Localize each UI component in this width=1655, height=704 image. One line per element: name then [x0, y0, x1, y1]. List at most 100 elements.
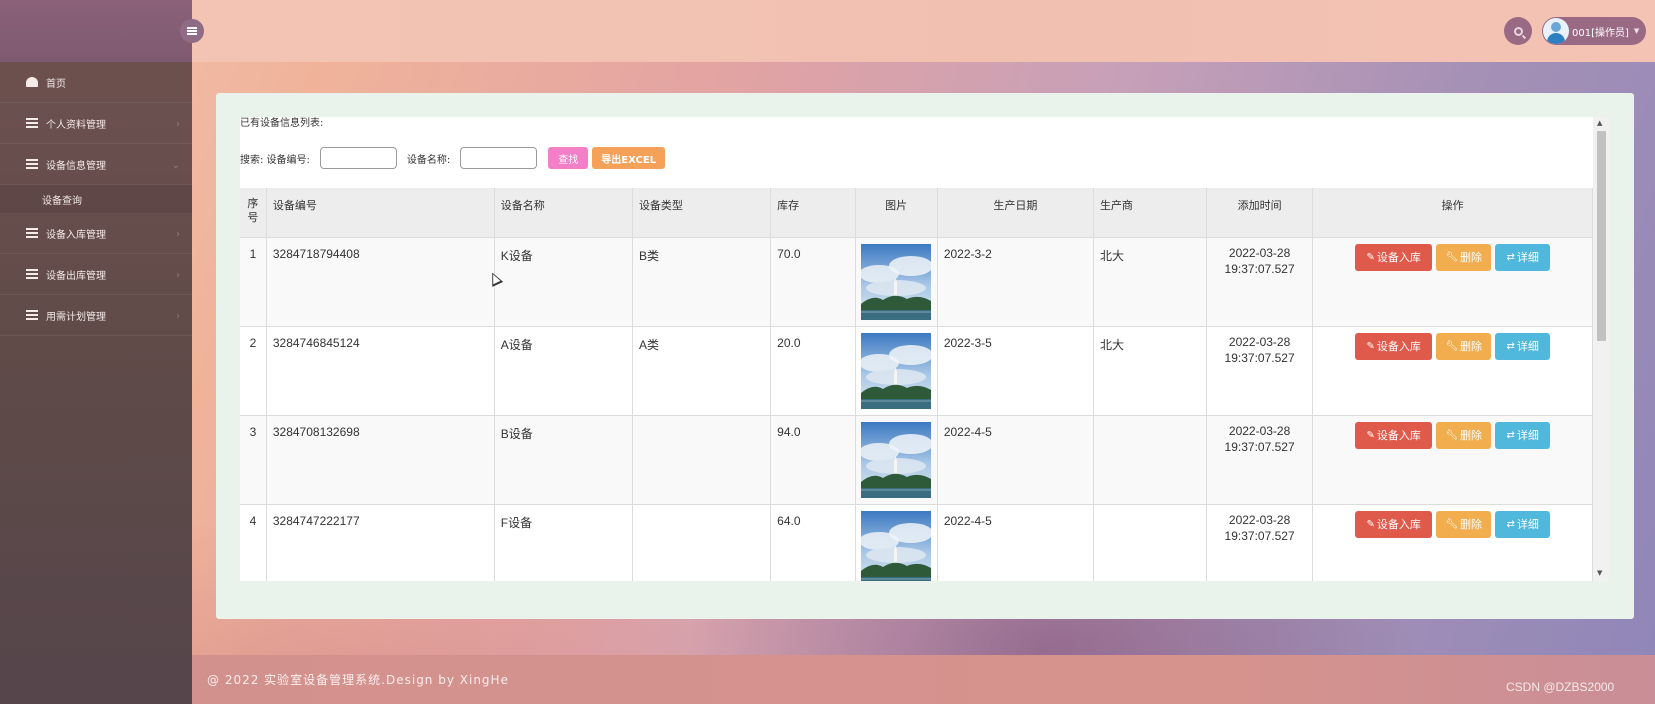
col-manufacturer-header: 生产商	[1093, 188, 1207, 237]
cell-device-no: 3284747222177	[266, 503, 495, 581]
footer-text: @ 2022 实验室设备管理系统.Design by XingHe	[207, 673, 509, 687]
cell-actions: ✎ 设备入库 🔧︎ 删除 ⇄ 详细	[1312, 236, 1593, 326]
detail-button[interactable]: ⇄ 详细	[1495, 243, 1551, 271]
user-label: 001[操作员]	[1572, 27, 1629, 39]
col-device-no-header: 设备编号	[266, 188, 495, 237]
find-button[interactable]: 查找	[548, 147, 589, 169]
wrench-icon: 🔧︎	[1445, 340, 1459, 352]
detail-button[interactable]: ⇄ 详细	[1495, 332, 1551, 360]
detail-button[interactable]: ⇄ 详细	[1495, 421, 1551, 449]
cell-device-type: A类	[632, 325, 772, 415]
cell-added-time: 2022-03-28 19:37:07.527	[1206, 414, 1314, 504]
sidebar-subitem-label: 设备查询	[42, 195, 82, 207]
sidebar-toggle-button[interactable]	[180, 19, 204, 43]
device-photo[interactable]	[861, 511, 931, 582]
cell-seq: 3	[240, 414, 267, 504]
scrollbar-thumb[interactable]	[1597, 131, 1606, 341]
stock-in-button[interactable]: ✎ 设备入库	[1355, 332, 1433, 360]
sidebar-item-label: 个人资料管理	[46, 119, 106, 131]
table-header-row: 序号 设备编号 设备名称 设备类型 库存 图片 生产日期 生产商 添加时间 操作	[240, 188, 1593, 237]
device-photo[interactable]	[861, 244, 931, 320]
cell-stock: 94.0	[770, 414, 856, 504]
wrench-icon: 🔧︎	[1445, 429, 1459, 441]
col-seq-header: 序号	[240, 188, 267, 237]
device-photo[interactable]	[861, 333, 931, 409]
sidebar-item-stock-in[interactable]: 设备入库管理 ›	[0, 213, 192, 254]
sidebar-item-device-info[interactable]: 设备信息管理 ⌄	[0, 144, 192, 185]
delete-button[interactable]: 🔧︎ 删除	[1436, 243, 1492, 271]
col-image-header: 图片	[855, 188, 938, 237]
cell-device-type: B类	[632, 236, 772, 326]
cell-added-time: 2022-03-28 19:37:07.527	[1206, 325, 1314, 415]
delete-button[interactable]: 🔧︎ 删除	[1436, 510, 1492, 538]
cell-production-date: 2022-4-5	[937, 414, 1094, 504]
detail-button[interactable]: ⇄ 详细	[1495, 510, 1551, 538]
pencil-icon: ✎	[1366, 251, 1375, 263]
search-icon	[1513, 26, 1523, 36]
cell-stock: 64.0	[770, 503, 856, 581]
stock-in-button[interactable]: ✎ 设备入库	[1355, 421, 1433, 449]
export-excel-button[interactable]: 导出EXCEL	[592, 147, 666, 169]
col-added-time-header: 添加时间	[1206, 188, 1314, 237]
stock-in-button[interactable]: ✎ 设备入库	[1355, 510, 1433, 538]
cell-device-type	[632, 414, 772, 504]
cell-manufacturer: 北大	[1093, 236, 1207, 326]
shuffle-icon: ⇄	[1506, 251, 1515, 263]
chevron-right-icon: ›	[176, 311, 180, 322]
cell-device-no: 3284718794408	[266, 236, 495, 326]
chevron-right-icon: ›	[176, 119, 180, 130]
sidebar-item-label: 设备出库管理	[46, 270, 106, 282]
cell-production-date: 2022-4-5	[937, 503, 1094, 581]
device-no-label: 搜索: 设备编号:	[240, 154, 310, 166]
header-search-button[interactable]	[1504, 17, 1532, 45]
stock-in-button[interactable]: ✎ 设备入库	[1355, 243, 1433, 271]
cell-stock: 70.0	[770, 236, 856, 326]
device-photo[interactable]	[861, 422, 931, 498]
delete-button[interactable]: 🔧︎ 删除	[1436, 421, 1492, 449]
scroll-down-arrow-icon[interactable]: ▼	[1597, 569, 1602, 577]
cell-device-no: 3284708132698	[266, 414, 495, 504]
sidebar-item-stock-out[interactable]: 设备出库管理 ›	[0, 254, 192, 295]
cell-actions: ✎ 设备入库 🔧︎ 删除 ⇄ 详细	[1312, 325, 1593, 415]
sidebar-subitem-device-query[interactable]: 设备查询	[0, 185, 192, 213]
sidebar-item-label: 设备入库管理	[46, 229, 106, 241]
list-title: 已有设备信息列表:	[240, 118, 324, 129]
pencil-icon: ✎	[1366, 340, 1375, 352]
list-icon	[26, 118, 38, 128]
wrench-icon: 🔧︎	[1445, 518, 1459, 530]
sidebar-footer	[0, 655, 192, 704]
sidebar-item-home[interactable]: 首页	[0, 62, 192, 103]
cell-device-type	[632, 503, 772, 581]
vertical-scrollbar[interactable]: ▲ ▼	[1593, 117, 1609, 581]
cell-actions: ✎ 设备入库 🔧︎ 删除 ⇄ 详细	[1312, 503, 1593, 581]
search-bar: 搜索: 设备编号: 设备名称: 查找 导出EXCEL	[240, 147, 666, 169]
shuffle-icon: ⇄	[1506, 340, 1515, 352]
cell-seq: 2	[240, 325, 267, 415]
sidebar-item-label: 设备信息管理	[46, 160, 106, 172]
col-device-name-header: 设备名称	[494, 188, 633, 237]
table-row: 1 3284718794408 K设备 B类 70.0 2022-3-2 北大 …	[240, 236, 1593, 326]
top-header	[192, 0, 1655, 62]
scroll-up-arrow-icon[interactable]: ▲	[1597, 119, 1602, 127]
delete-button[interactable]: 🔧︎ 删除	[1436, 332, 1492, 360]
cell-image	[855, 414, 938, 504]
sidebar-item-label: 用需计划管理	[46, 311, 106, 323]
chevron-right-icon: ›	[176, 270, 180, 281]
sidebar-item-profile[interactable]: 个人资料管理 ›	[0, 103, 192, 144]
device-no-input[interactable]	[319, 147, 397, 169]
cell-manufacturer	[1093, 503, 1207, 581]
list-icon	[26, 310, 38, 320]
sidebar-item-label: 首页	[46, 78, 66, 90]
cell-manufacturer	[1093, 414, 1207, 504]
cell-seq: 4	[240, 503, 267, 581]
content-panel: 已有设备信息列表: 搜索: 设备编号: 设备名称: 查找 导出EXCEL 序号 …	[216, 93, 1634, 619]
cell-device-name: F设备	[494, 503, 633, 581]
list-icon	[26, 159, 38, 169]
shuffle-icon: ⇄	[1506, 518, 1515, 530]
device-name-input[interactable]	[460, 147, 538, 169]
cell-image	[855, 325, 938, 415]
sidebar-brand-area	[0, 0, 192, 62]
user-menu[interactable]: 001[操作员] ▼	[1542, 17, 1646, 45]
sidebar: 首页 个人资料管理 › 设备信息管理 ⌄ 设备查询 设备入库管理 › 设备出库管…	[0, 0, 192, 704]
sidebar-item-demand-plan[interactable]: 用需计划管理 ›	[0, 295, 192, 336]
